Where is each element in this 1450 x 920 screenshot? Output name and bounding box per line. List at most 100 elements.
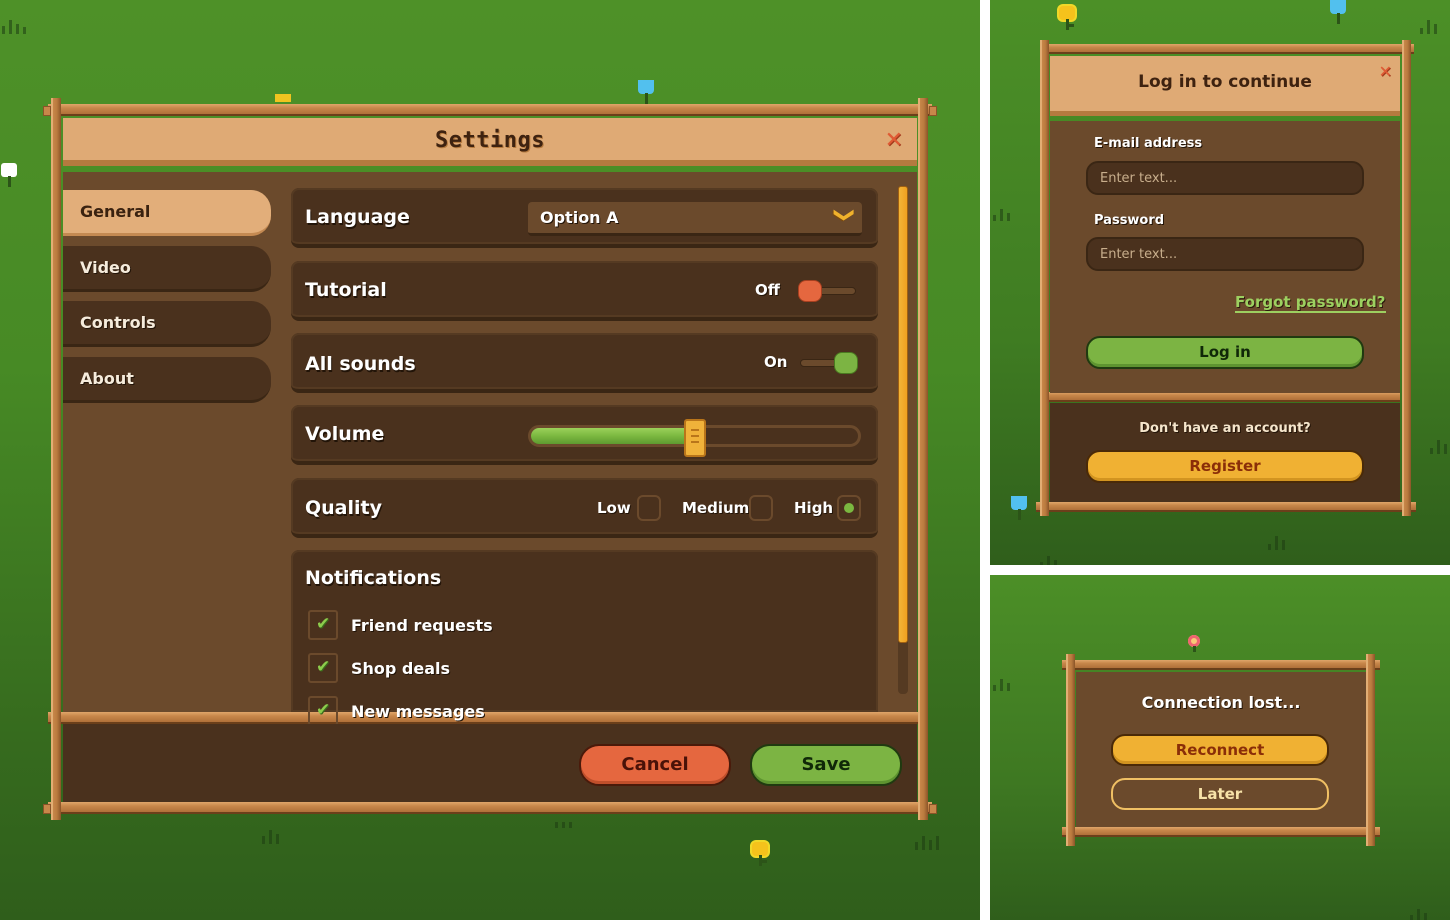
frame-post-right [918, 98, 928, 820]
tutorial-label: Tutorial [305, 279, 387, 301]
frame-post-cap [929, 804, 937, 814]
connection-message: Connection lost... [1141, 693, 1301, 712]
quality-label: Quality [305, 497, 382, 519]
white-flower-icon [0, 163, 18, 189]
frame-beam-mid [1040, 392, 1400, 402]
language-value: Option A [540, 208, 619, 227]
email-field[interactable] [1086, 161, 1364, 195]
all-sounds-toggle[interactable] [798, 351, 858, 375]
frame-post-cap [43, 804, 51, 814]
friend-requests-label: Friend requests [351, 616, 493, 635]
quality-option-high-label: High [794, 499, 834, 517]
volume-row: Volume [291, 405, 878, 465]
connection-dialog: Connection lost... Reconnect Later [1076, 672, 1366, 827]
tutorial-toggle[interactable] [798, 279, 858, 303]
red-flower-icon [1185, 635, 1203, 661]
frame-post-cap [929, 106, 937, 116]
quality-radio-high[interactable] [837, 495, 861, 521]
tab-video[interactable]: Video [63, 246, 271, 292]
frame-post-right [1366, 654, 1375, 846]
frame-beam-top [48, 104, 932, 116]
tab-controls[interactable]: Controls [63, 301, 271, 347]
reconnect-button[interactable]: Reconnect [1111, 734, 1329, 766]
toggle-knob [798, 280, 822, 302]
volume-label: Volume [305, 423, 385, 445]
tab-about[interactable]: About [63, 357, 271, 403]
quality-radio-low[interactable] [637, 495, 661, 521]
login-body: E-mail address Password Forgot password?… [1050, 121, 1400, 393]
frame-beam-top [1062, 660, 1380, 670]
grass-decoration [1430, 438, 1450, 454]
yellow-flower-icon [274, 94, 292, 104]
settings-header: Settings ✕ [63, 118, 917, 166]
frame-beam-bottom [48, 802, 932, 814]
login-button[interactable]: Log in [1086, 336, 1364, 369]
volume-thumb[interactable] [683, 419, 706, 457]
radio-selected-dot [844, 503, 854, 513]
grass-decoration [993, 675, 1021, 691]
check-icon: ✔ [316, 657, 331, 677]
password-label: Password [1094, 213, 1165, 228]
language-row: Language Option A ❯ [291, 188, 878, 248]
quality-row: Quality Low Medium High [291, 478, 878, 538]
login-header: Log in to continue ✕ [1050, 56, 1400, 116]
quality-option-medium-label: Medium [682, 499, 750, 517]
frame-beam-bottom [1062, 827, 1380, 837]
settings-footer: Cancel Save [63, 724, 917, 802]
tab-label: Controls [80, 313, 156, 332]
all-sounds-state-label: On [764, 353, 788, 371]
login-title: Log in to continue [1138, 72, 1312, 92]
tutorial-row: Tutorial Off [291, 261, 878, 321]
frame-beam-top [1040, 44, 1414, 54]
blue-flower-icon [637, 80, 655, 106]
grass-decoration [262, 828, 290, 844]
shop-deals-checkbox[interactable]: ✔ [308, 653, 338, 683]
new-messages-checkbox[interactable]: ✔ [308, 696, 338, 726]
login-footer: Don't have an account? Register [1050, 403, 1400, 502]
save-button[interactable]: Save [750, 744, 902, 786]
close-icon[interactable]: ✕ [1379, 64, 1392, 80]
tab-label: Video [80, 258, 131, 277]
language-dropdown[interactable]: Option A ❯ [528, 202, 862, 236]
forgot-password-link[interactable]: Forgot password? [1235, 293, 1386, 313]
language-label: Language [305, 206, 410, 228]
settings-title: Settings [435, 128, 545, 153]
chevron-down-icon: ❯ [833, 206, 858, 224]
check-icon: ✔ [316, 614, 331, 634]
cancel-button[interactable]: Cancel [579, 744, 731, 786]
quality-option-low-label: Low [597, 499, 631, 517]
blue-flower-icon [1329, 0, 1347, 26]
tab-label: About [80, 369, 134, 388]
frame-post-left [51, 98, 61, 820]
scrollbar-thumb[interactable] [898, 186, 908, 644]
notifications-label: Notifications [305, 567, 442, 589]
grass-decoration [1268, 534, 1296, 550]
volume-fill [531, 428, 695, 444]
settings-scrollbar[interactable] [898, 186, 908, 694]
close-icon[interactable]: ✕ [885, 130, 903, 152]
quality-radio-medium[interactable] [749, 495, 773, 521]
frame-post-left [1066, 654, 1075, 846]
frame-beam-bottom [1036, 502, 1416, 512]
password-field[interactable] [1086, 237, 1364, 271]
new-messages-label: New messages [351, 702, 485, 721]
friend-requests-checkbox[interactable]: ✔ [308, 610, 338, 640]
toggle-knob [834, 352, 858, 374]
check-icon: ✔ [316, 700, 331, 720]
email-label: E-mail address [1094, 136, 1203, 151]
grass-decoration [1040, 552, 1068, 565]
all-sounds-row: All sounds On [291, 333, 878, 393]
later-button[interactable]: Later [1111, 778, 1329, 810]
frame-post-right [1402, 40, 1411, 516]
tab-label: General [80, 202, 151, 221]
grass-decoration [1420, 18, 1448, 34]
tab-general[interactable]: General [63, 190, 271, 236]
yellow-flower-icon [1058, 6, 1076, 32]
all-sounds-label: All sounds [305, 353, 416, 375]
volume-slider[interactable] [528, 419, 861, 457]
grass-decoration [993, 205, 1021, 221]
grass-decoration [1410, 905, 1438, 920]
register-button[interactable]: Register [1086, 450, 1364, 483]
grass-decoration [555, 812, 583, 828]
tutorial-state-label: Off [755, 281, 780, 299]
